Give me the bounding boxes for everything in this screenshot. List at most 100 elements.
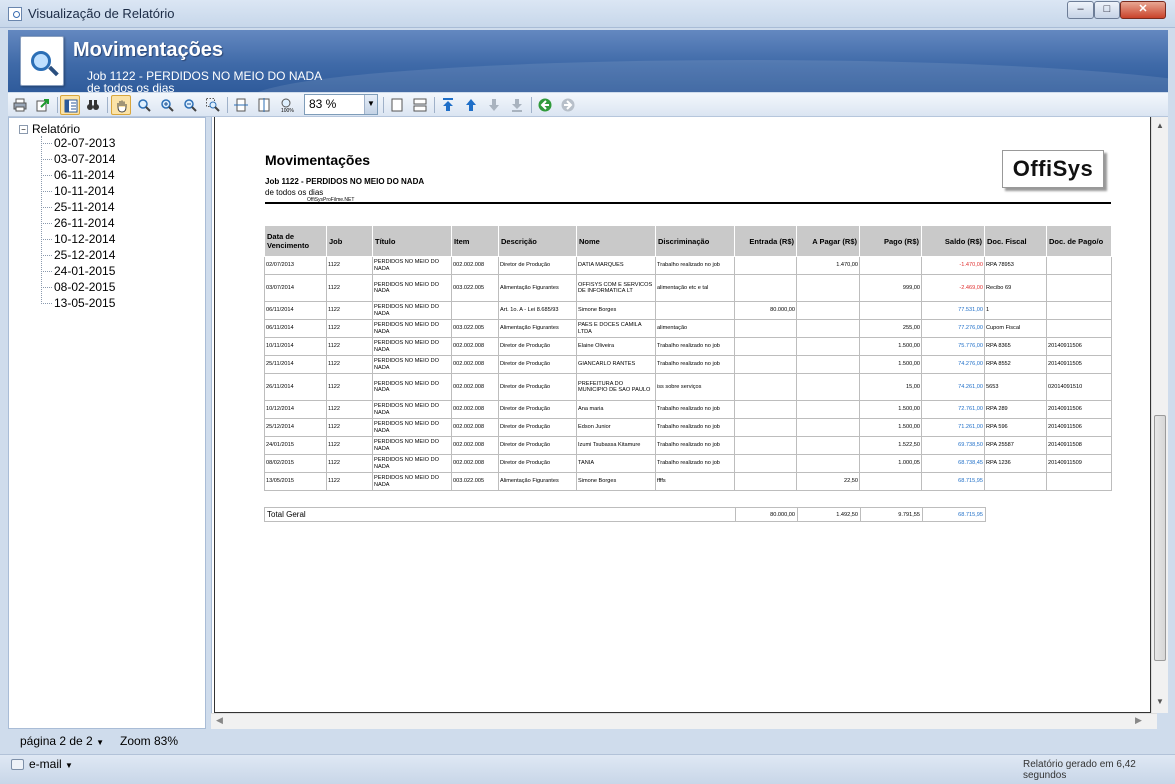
tree-item[interactable]: 24-01-2015 [41,264,115,278]
document-map-tree: − Relatório 02-07-2013 03-07-2014 06-11-201… [8,117,206,729]
table-row: 10/12/2014 1122 PERDIDOS NO MEIO DO NADA 00… [264,400,1112,419]
table-cell [1046,319,1112,338]
table-cell: 002.002.008 [451,373,499,401]
last-page-button[interactable] [507,95,527,115]
table-cell [796,274,860,302]
minimize-button[interactable]: – [1067,1,1094,19]
table-cell: -2.469,00 [921,274,985,302]
tree-root-label: Relatório [32,122,81,136]
table-cell: 06/11/2014 [264,301,327,320]
multi-page-button[interactable] [410,95,430,115]
page-indicator[interactable]: página 2 de 2 ▼ [20,734,104,748]
maximize-button[interactable]: □ [1094,1,1120,19]
table-cell [734,256,797,275]
scroll-thumb[interactable] [1154,415,1166,661]
tree-root[interactable]: − Relatório [19,122,80,136]
single-page-button[interactable] [387,95,407,115]
column-header: Saldo (R$) [921,225,985,257]
report-title: Movimentações [265,152,371,168]
toolbar: 100% 83 % ▼ [8,93,1168,117]
hand-tool-button[interactable] [111,95,131,115]
table-cell: Trabalho realizado no job [655,400,735,419]
email-button[interactable]: e-mail ▼ [29,757,73,771]
chevron-down-icon[interactable]: ▼ [364,95,377,114]
table-cell: 002.002.008 [451,454,499,473]
table-row: 13/05/2015 1122 PERDIDOS NO MEIO DO NADA 00… [264,472,1112,491]
table-cell: 71.261,00 [921,418,985,437]
table-cell: Alimentação Figurantes [498,319,577,338]
table-cell: PAES E DOCES CAMILA LTDA [576,319,656,338]
table-cell: DATIA MARQUES [576,256,656,275]
table-cell: 1122 [326,355,373,374]
table-cell: 002.002.008 [451,256,499,275]
page-width-icon [234,98,248,112]
forward-button[interactable] [558,95,578,115]
chevron-down-icon[interactable]: ▼ [96,738,104,747]
find-button[interactable] [83,95,103,115]
table-cell: Trabalho realizado no job [655,355,735,374]
zoom-in-icon [161,99,174,112]
zoom-out-button[interactable] [180,95,200,115]
table-cell: Ana maria [576,400,656,419]
table-cell: OFFISYS COM E SERVICOS DE INFORMATICA LT [576,274,656,302]
table-cell: RPA 25587 [984,436,1047,455]
table-cell: 69.738,50 [921,436,985,455]
table-cell: Simone Borges [576,472,656,491]
zoom-select[interactable]: 83 % ▼ [304,94,378,115]
scroll-right-icon[interactable]: ▶ [1135,715,1142,726]
hand-tool-icon [117,100,127,113]
table-cell: 002.002.008 [451,355,499,374]
tree-item[interactable]: 26-11-2014 [41,216,115,230]
tree-item[interactable]: 02-07-2013 [41,136,115,150]
tree-item[interactable]: 25-12-2014 [41,248,115,262]
tree-item[interactable]: 03-07-2014 [41,152,115,166]
next-page-button[interactable] [484,95,504,115]
table-cell: 03/07/2014 [264,274,327,302]
page-width-button[interactable] [231,95,251,115]
table-cell: PERDIDOS NO MEIO DO NADA [372,301,452,320]
scroll-left-icon[interactable]: ◀ [216,715,223,726]
table-cell: 68.738,45 [921,454,985,473]
scroll-up-icon[interactable]: ▲ [1156,121,1164,130]
previous-page-button[interactable] [461,95,481,115]
print-button[interactable] [10,95,30,115]
chevron-down-icon[interactable]: ▼ [65,761,73,770]
tree-item-label: 06-11-2014 [54,168,115,182]
tree-item[interactable]: 10-12-2014 [41,232,115,246]
table-cell: 15,00 [859,373,922,401]
tree-item[interactable]: 25-11-2014 [41,200,115,214]
tree-item[interactable]: 06-11-2014 [41,168,115,182]
tree-item-label: 10-12-2014 [54,232,116,246]
total-row: Total Geral 80.000,00 1.492,50 9.791,55 … [264,507,986,522]
export-button[interactable] [33,95,53,115]
whole-page-button[interactable] [254,95,274,115]
collapse-icon[interactable]: − [19,125,28,135]
zoom-rect-button[interactable] [203,95,223,115]
table-cell: 1.470,00 [796,256,860,275]
column-header: Doc. de Pago/o [1046,225,1112,257]
report-table: Data de Vencimento Job Título Item Descrição… [264,225,1112,491]
first-page-button[interactable] [438,95,458,115]
close-button[interactable]: ✕ [1120,1,1166,19]
magnifier-button[interactable] [134,95,154,115]
table-cell [796,301,860,320]
tree-item[interactable]: 10-11-2014 [41,184,115,198]
table-cell: Cupom Fiscal [984,319,1047,338]
column-header: Descrição [498,225,577,257]
zoom-100-button[interactable]: 100% [277,95,297,115]
table-cell [734,355,797,374]
table-cell: Simone Borges [576,301,656,320]
zoom-in-button[interactable] [157,95,177,115]
horizontal-scrollbar[interactable]: ◀ ▶ [211,713,1157,729]
document-map-button[interactable] [60,95,80,115]
table-row: 06/11/2014 1122 PERDIDOS NO MEIO DO NADA 00… [264,319,1112,338]
table-row: 02/07/2013 1122 PERDIDOS NO MEIO DO NADA 00… [264,256,1112,275]
table-cell [1046,472,1112,491]
table-cell: 1.500,00 [859,355,922,374]
tree-item[interactable]: 08-02-2015 [41,280,115,294]
back-button[interactable] [535,95,555,115]
scroll-down-icon[interactable]: ▼ [1156,697,1164,706]
vertical-scrollbar[interactable]: ▲ ▼ [1151,117,1168,713]
total-entrada: 80.000,00 [735,507,798,522]
tree-item[interactable]: 13-05-2015 [41,296,115,310]
